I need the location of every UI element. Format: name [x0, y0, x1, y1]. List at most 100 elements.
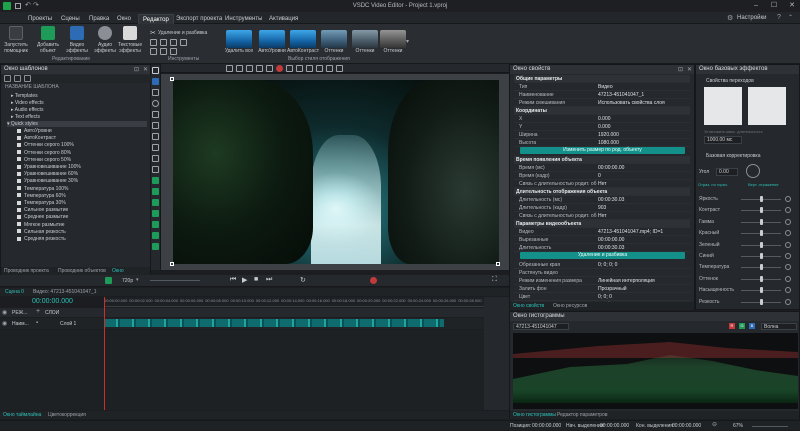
- rect-tool-icon[interactable]: [152, 89, 159, 96]
- menu-window[interactable]: Окно: [113, 14, 135, 24]
- property-value[interactable]: 47213-451041047_1: [598, 91, 644, 99]
- frame-handle-br[interactable]: [496, 262, 500, 266]
- property-value[interactable]: 0.000: [598, 123, 611, 131]
- slider-knob[interactable]: [760, 241, 763, 248]
- video-preview-frame[interactable]: [173, 80, 499, 264]
- mask-tool-icon[interactable]: [152, 188, 159, 195]
- tab-video-object[interactable]: Видео: 47213-451041047_1: [30, 288, 100, 296]
- property-row[interactable]: Связь с длительностью родит. об Нет: [514, 180, 690, 188]
- slider-knob[interactable]: [760, 298, 763, 305]
- preview-tool-2-icon[interactable]: [236, 65, 243, 72]
- menu-scenes[interactable]: Сцены: [57, 14, 84, 24]
- quick-style-item[interactable]: Средняя резкость: [17, 236, 66, 242]
- quick-style-item[interactable]: Сильная резкость: [17, 229, 66, 235]
- tree-text-effects[interactable]: ▸ Text effects: [11, 114, 40, 120]
- fullscreen-icon[interactable]: ⛶: [492, 276, 497, 284]
- menu-edit[interactable]: Правка: [85, 14, 113, 24]
- tab-object-explorer[interactable]: Проводник объектов: [55, 267, 109, 275]
- play-mode-icon[interactable]: [105, 277, 112, 284]
- playhead[interactable]: [104, 297, 105, 410]
- marker-tool-icon[interactable]: [152, 232, 159, 239]
- transition-in-preview[interactable]: [704, 87, 742, 125]
- audio-effects-button[interactable]: Аудио эффекты: [91, 26, 119, 56]
- slider-knob[interactable]: [760, 264, 763, 271]
- property-row[interactable]: Связь с длительностью родит. об Нет: [514, 212, 690, 220]
- quick-style-item[interactable]: Среднее размытие: [17, 214, 68, 220]
- property-row[interactable]: Цвет 0; 0; 0: [514, 293, 690, 301]
- minimize-button[interactable]: –: [748, 0, 764, 12]
- property-row[interactable]: Режим изменения размера Линейная интерпол…: [514, 277, 690, 285]
- menu-editor[interactable]: Редактор: [138, 14, 174, 24]
- quick-style-item[interactable]: Мягкое размытие: [17, 222, 65, 228]
- style-grayscale-thumb-1[interactable]: [321, 30, 347, 48]
- quick-style-item[interactable]: АвтоУровни: [17, 128, 52, 134]
- channel-r-button[interactable]: R: [729, 323, 735, 329]
- tree-video-effects[interactable]: ▸ Video effects: [11, 100, 44, 106]
- property-value[interactable]: 00:00:30.03: [598, 244, 624, 252]
- quick-style-item[interactable]: Температура 60%: [17, 193, 66, 199]
- property-row[interactable]: Длительность (мс) 00:00:30.03: [514, 196, 690, 204]
- import-template-icon[interactable]: [14, 75, 21, 82]
- property-section[interactable]: Параметры видеообъекта: [514, 220, 690, 228]
- reset-icon[interactable]: [785, 218, 791, 225]
- sprite-tool-icon[interactable]: [152, 177, 159, 184]
- subtitle-tool-icon[interactable]: [152, 166, 159, 173]
- stop-icon[interactable]: ■: [254, 276, 258, 283]
- flip-tool-icon[interactable]: [170, 39, 177, 46]
- tab-scene-0[interactable]: Сцена 0: [2, 288, 27, 296]
- panel-pin-icon[interactable]: ⊡: [134, 66, 139, 73]
- property-value[interactable]: 1080.000: [598, 139, 619, 147]
- property-section[interactable]: Общие параметры: [514, 75, 690, 83]
- property-row[interactable]: Время (мс) 00:00:00.00: [514, 164, 690, 172]
- property-row[interactable]: Растянуть видео: [514, 269, 690, 277]
- duration-field[interactable]: 1000.00 мс: [704, 136, 742, 144]
- quick-style-item[interactable]: Уравновешивание 30%: [17, 178, 78, 184]
- properties-pin-icon[interactable]: ⊡: [678, 66, 683, 73]
- property-row[interactable]: Ширина 1920.000: [514, 131, 690, 139]
- next-frame-icon[interactable]: ⏭: [266, 276, 272, 284]
- lock-tool-icon[interactable]: [170, 48, 177, 55]
- add-layer-icon[interactable]: +: [36, 308, 40, 315]
- quick-style-item[interactable]: Уравновешивание 100%: [17, 164, 81, 170]
- quick-style-item[interactable]: Оттенки серого 50%: [17, 157, 71, 163]
- loop-icon[interactable]: ↻: [300, 276, 306, 284]
- property-value[interactable]: Использовать свойства слоя: [598, 99, 665, 107]
- property-row[interactable]: Y 0.000: [514, 123, 690, 131]
- slider-knob[interactable]: [760, 253, 763, 259]
- styles-more-icon[interactable]: ▾: [406, 38, 409, 45]
- frame-handle-tl[interactable]: [170, 77, 174, 81]
- tree-templates[interactable]: ▸ Templates: [11, 93, 38, 99]
- channel-b-button[interactable]: B: [749, 323, 755, 329]
- volume-slider[interactable]: [150, 280, 200, 281]
- preview-tool-3-icon[interactable]: [246, 65, 253, 72]
- tab-resources[interactable]: Окно ресурсов: [550, 302, 590, 310]
- property-row[interactable]: Вырезанные 00:00:00.00: [514, 236, 690, 244]
- property-value[interactable]: 47213-451041047.mp4; ID=1: [598, 228, 663, 236]
- tab-parameter-editor[interactable]: Редактор параметров: [554, 411, 611, 419]
- quick-style-item[interactable]: Сильное размытие: [17, 207, 68, 213]
- preview-record-icon[interactable]: [276, 65, 283, 72]
- slider-knob[interactable]: [760, 287, 763, 294]
- reset-icon[interactable]: [785, 230, 791, 237]
- delete-split-button[interactable]: Удаление и разбивка: [520, 252, 685, 259]
- effect-tool-icon[interactable]: [152, 199, 159, 206]
- timeline-empty-area[interactable]: [0, 330, 484, 410]
- property-section[interactable]: Время появления объекта: [514, 156, 690, 164]
- style-autocontrast-thumb[interactable]: [290, 30, 316, 48]
- tab-color-correction[interactable]: Цветокоррекция: [45, 411, 89, 419]
- channel-g-button[interactable]: G: [739, 323, 745, 329]
- slider-knob[interactable]: [760, 230, 763, 237]
- property-row[interactable]: Видео 47213-451041047.mp4; ID=1: [514, 228, 690, 236]
- tab-histogram[interactable]: Окно гистограммы: [510, 411, 559, 419]
- flip-vertical-label[interactable]: Верт. отражение: [748, 182, 779, 187]
- slider-knob[interactable]: [760, 275, 763, 282]
- property-row[interactable]: X 0.000: [514, 115, 690, 123]
- menu-projects[interactable]: Проекты: [24, 14, 56, 24]
- rotate-tool-icon[interactable]: [160, 39, 167, 46]
- property-value[interactable]: Линейная интерполяция: [598, 277, 655, 285]
- preview-tool-5-icon[interactable]: [266, 65, 273, 72]
- animation-tool-icon[interactable]: [152, 243, 159, 250]
- pointer-tool-icon[interactable]: [152, 67, 159, 74]
- slider-knob[interactable]: [760, 218, 763, 225]
- panel-close-icon[interactable]: ✕: [143, 66, 148, 73]
